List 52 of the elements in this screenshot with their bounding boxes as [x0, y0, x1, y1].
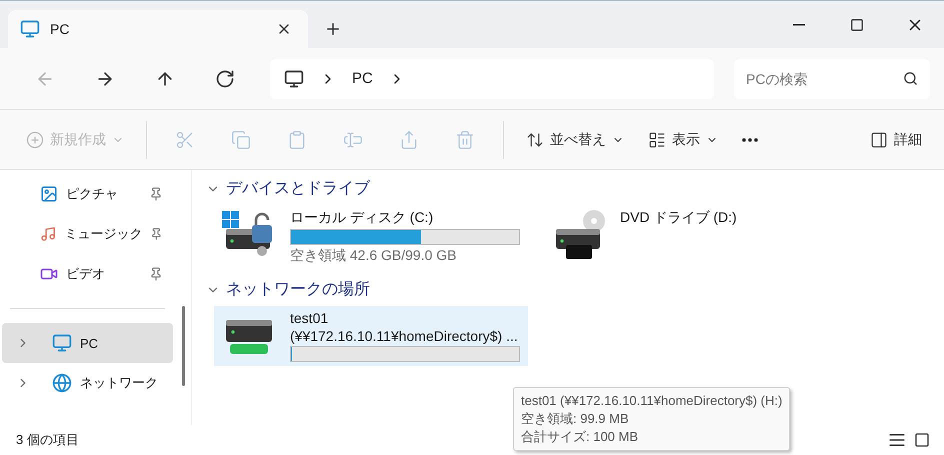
- search-icon: [903, 70, 918, 86]
- tooltip-line: test01 (¥¥172.16.10.11¥homeDirectory$) (H:): [521, 392, 782, 410]
- toolbar-menu-button[interactable]: 表示: [638, 122, 728, 158]
- plus-circle-icon: [26, 130, 44, 148]
- tooltip-line: 空き領域: 99.9 MB: [521, 410, 630, 428]
- search-field[interactable]: PCの検索: [734, 58, 930, 98]
- free-space-text: 空き領域 42.6 GB/99.0 GB: [290, 247, 458, 265]
- clipboard-icon: [287, 130, 307, 150]
- drive-item[interactable]: ローカル ディスク (C:) 空き領域 42.6 GB/99.0 GB: [214, 205, 528, 269]
- drive-name: test01: [290, 310, 330, 326]
- copy-icon: [231, 130, 251, 150]
- view-list-icon: [648, 130, 666, 148]
- plus-icon: [324, 20, 342, 38]
- drive-name: DVD ドライブ (D:): [620, 209, 738, 227]
- trash-icon: [455, 130, 475, 150]
- sort-arrows-icon: [526, 130, 544, 148]
- details-button[interactable]: 詳細: [860, 122, 932, 158]
- maximize-icon: [850, 18, 864, 32]
- item-count: 3 個の項目: [16, 431, 79, 449]
- drive-item[interactable]: test01 (¥¥172.16.10.11¥homeDirectory$) ...: [214, 306, 528, 366]
- computer-icon: [284, 68, 304, 88]
- music-icon: [40, 225, 56, 243]
- section-header[interactable]: ネットワークの場所: [206, 277, 370, 302]
- ellipsis-icon: [742, 138, 758, 142]
- sidebar-item[interactable]: PC: [2, 323, 173, 363]
- computer-icon: [20, 19, 40, 39]
- picture-icon: [40, 185, 58, 203]
- sidebar-item[interactable]: ビデオ: [2, 254, 173, 294]
- sidebar-item[interactable]: ミュージック: [2, 214, 173, 254]
- share-icon: [399, 130, 419, 150]
- pin-icon: [150, 227, 163, 241]
- panel-icon: [870, 130, 888, 148]
- sidebar-item[interactable]: ネットワーク: [2, 363, 173, 403]
- pin-icon: [149, 267, 163, 281]
- pin-icon: [149, 187, 163, 201]
- drive-name: ローカル ディスク (C:): [290, 209, 434, 227]
- tooltip-line: 合計サイズ: 100 MB: [521, 428, 640, 446]
- window-tab[interactable]: PC: [8, 10, 308, 48]
- drive-path: (¥¥172.16.10.11¥homeDirectory$) ...: [290, 328, 519, 344]
- breadcrumb[interactable]: PC: [352, 70, 373, 87]
- list-lines-icon: [888, 431, 906, 449]
- toolbar-menu-button[interactable]: 並べ替え: [516, 122, 634, 158]
- square-icon: [914, 432, 930, 448]
- refresh-icon: [215, 68, 235, 88]
- computer-icon: [52, 333, 72, 353]
- sidebar-item[interactable]: ピクチャ: [2, 174, 173, 214]
- scissors-icon: [175, 130, 195, 150]
- address-bar[interactable]: PC: [270, 58, 714, 98]
- drive-item[interactable]: DVD ドライブ (D:): [544, 205, 858, 269]
- globe-icon: [52, 373, 72, 393]
- section-header[interactable]: デバイスとドライブ: [206, 176, 370, 201]
- minimize-icon: [793, 24, 805, 26]
